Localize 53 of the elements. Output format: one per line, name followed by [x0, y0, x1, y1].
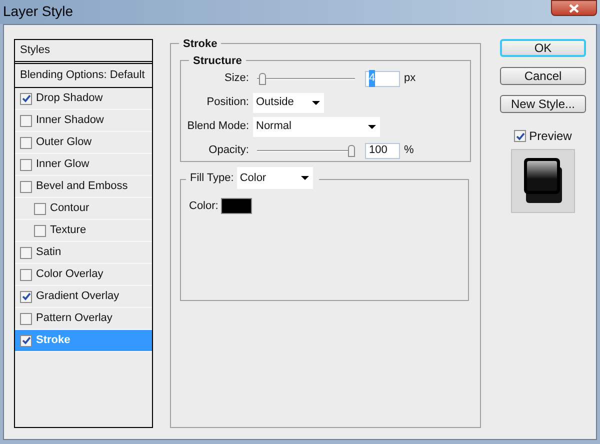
checkbox[interactable] [34, 202, 46, 214]
checkbox[interactable] [514, 130, 526, 142]
dropdown[interactable]: Normal [253, 116, 380, 136]
checkbox[interactable] [20, 180, 32, 192]
field-label: Opacity: [208, 143, 250, 158]
list-item[interactable]: Gradient Overlay [15, 286, 152, 308]
list-item[interactable]: Texture [15, 220, 152, 242]
list-item[interactable]: Contour [15, 198, 152, 220]
preview-swatch-icon [523, 157, 563, 205]
close-button[interactable] [551, 0, 597, 16]
dialog-button[interactable]: OK [500, 39, 586, 57]
list-item[interactable]: Inner Glow [15, 154, 152, 176]
checkbox[interactable] [20, 158, 32, 170]
caret-icon [300, 176, 309, 180]
list-item[interactable]: Color Overlay [15, 264, 152, 286]
checkbox[interactable] [20, 312, 32, 324]
checkbox[interactable] [20, 136, 32, 148]
unit-label: % [404, 143, 414, 158]
field-label: Size: [224, 71, 250, 86]
field-label: Fill Type: [190, 170, 235, 186]
checkbox[interactable] [34, 224, 46, 236]
caret-icon [368, 124, 376, 128]
checkbox[interactable] [20, 246, 32, 258]
list-item[interactable]: Bevel and Emboss [15, 176, 152, 198]
slider[interactable] [257, 144, 355, 156]
field-label: Blend Mode: [186, 119, 250, 134]
checkbox[interactable] [20, 268, 32, 280]
preview-checkbox[interactable]: Preview [514, 127, 572, 145]
list-item[interactable]: Drop Shadow [15, 88, 152, 110]
list-item[interactable]: Satin [15, 242, 152, 264]
slider-thumb[interactable] [258, 72, 266, 84]
list-item[interactable]: Blending Options: Default [15, 64, 152, 88]
checkbox[interactable] [20, 290, 32, 302]
unit-label: px [404, 71, 416, 86]
color-swatch[interactable] [221, 198, 252, 214]
dialog-button[interactable]: Cancel [500, 67, 586, 85]
caret-icon [312, 100, 320, 104]
slider[interactable] [257, 72, 355, 84]
number-field[interactable]: 100 [365, 142, 400, 158]
list-item[interactable]: Outer Glow [15, 132, 152, 154]
checkbox[interactable] [20, 334, 32, 346]
close-icon [569, 4, 579, 12]
checkbox[interactable] [20, 92, 32, 104]
dialog-button[interactable]: New Style... [500, 95, 586, 113]
window-title: Layer Style [2, 2, 74, 21]
checkbox[interactable] [20, 114, 32, 126]
slider-thumb[interactable] [348, 144, 355, 156]
dropdown[interactable]: Color [236, 167, 313, 189]
field-label: Position: [206, 95, 250, 110]
dropdown[interactable]: Outside [253, 92, 324, 112]
list-item[interactable]: Inner Shadow [15, 110, 152, 132]
field-label: Color: [189, 199, 218, 214]
list-header[interactable]: Styles [15, 40, 152, 64]
